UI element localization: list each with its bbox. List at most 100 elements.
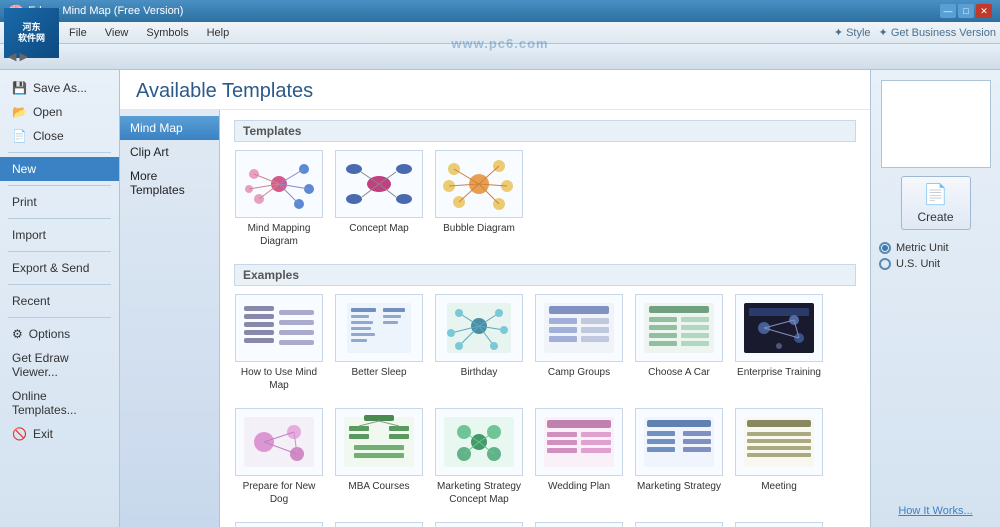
toolbar: ◀ ▶ xyxy=(0,44,1000,70)
templates-scroll[interactable]: Templates xyxy=(220,110,870,527)
template-label-enterprise-training: Enterprise Training xyxy=(737,366,821,379)
create-icon: 📄 xyxy=(923,182,948,207)
sidebar-item-new[interactable]: New xyxy=(0,157,119,181)
template-mba[interactable]: MBA Courses xyxy=(334,408,424,506)
template-label-concept-map: Concept Map xyxy=(349,222,408,235)
template-label-wedding: Wedding Plan xyxy=(548,480,610,493)
us-radio[interactable] xyxy=(879,258,891,270)
template-business-outline[interactable]: Business Outline xyxy=(234,522,324,527)
template-label-meeting: Meeting xyxy=(761,480,797,493)
menu-file[interactable]: File xyxy=(61,25,95,41)
metric-radio[interactable] xyxy=(879,242,891,254)
divider-6 xyxy=(8,317,111,318)
template-thumb-desktop-theme xyxy=(435,522,523,527)
template-wedding-plan[interactable]: Wedding Plan xyxy=(534,408,624,506)
sidebar-item-export[interactable]: Export & Send xyxy=(0,256,119,280)
template-label-camp-groups: Camp Groups xyxy=(548,366,610,379)
sidebar-item-import[interactable]: Import xyxy=(0,223,119,247)
minimize-button[interactable]: — xyxy=(940,4,956,18)
save-icon: 💾 xyxy=(12,81,27,95)
menu-view[interactable]: View xyxy=(97,25,137,41)
template-marketing-strategy[interactable]: Marketing Strategy xyxy=(634,408,724,506)
template-new-dog[interactable]: Prepare for New Dog xyxy=(234,408,324,506)
menu-bar: 河东软件网 File View Symbols Help ✦ Style ✦ G… xyxy=(0,22,1000,44)
sidebar-item-open[interactable]: 📂 Open xyxy=(0,100,119,124)
template-bubble-diagram[interactable]: Bubble Diagram xyxy=(434,150,524,248)
template-how-to[interactable]: How to Use Mind Map xyxy=(234,294,324,392)
template-thumb-gift-idea xyxy=(635,522,723,527)
template-thumb-new-dog xyxy=(235,408,323,476)
nav-clip-art[interactable]: Clip Art xyxy=(120,140,219,164)
us-unit-option[interactable]: U.S. Unit xyxy=(879,258,992,270)
template-birthday[interactable]: Birthday xyxy=(434,294,524,392)
divider-3 xyxy=(8,218,111,219)
template-thumb-simple xyxy=(735,522,823,527)
create-button[interactable]: 📄 Create xyxy=(901,176,971,230)
template-meeting[interactable]: Meeting xyxy=(734,408,824,506)
template-label-birthday: Birthday xyxy=(461,366,498,379)
exit-icon: 🚫 xyxy=(12,427,27,441)
doc-icon: 📄 xyxy=(12,129,27,143)
section-examples-label: Examples xyxy=(234,264,856,286)
template-mind-mapping[interactable]: Mind Mapping Diagram xyxy=(234,150,324,248)
sidebar-item-exit[interactable]: 🚫 Exit xyxy=(0,422,119,446)
get-business-link[interactable]: ✦ Get Business Version xyxy=(879,26,996,39)
examples-row-3: Business Outline xyxy=(234,522,856,527)
sidebar-item-get-edraw[interactable]: Get Edraw Viewer... xyxy=(0,346,119,384)
template-thumb-choose-car xyxy=(635,294,723,362)
template-marketing-strategy-concept[interactable]: Marketing Strategy Concept Map xyxy=(434,408,524,506)
how-it-works-link[interactable]: How It Works... xyxy=(898,505,972,517)
divider-2 xyxy=(8,185,111,186)
center-content: Available Templates Mind Map Clip Art Mo… xyxy=(120,70,870,527)
template-thumb-birthday xyxy=(435,294,523,362)
template-thumb-mind-mapping xyxy=(235,150,323,218)
template-choose-car[interactable]: Choose A Car xyxy=(634,294,724,392)
template-thumb-concept-map xyxy=(335,150,423,218)
sidebar-item-online[interactable]: Online Templates... xyxy=(0,384,119,422)
left-sidebar: 💾 Save As... 📂 Open 📄 Close New Print Im… xyxy=(0,70,120,527)
template-thumb-marketing-concept xyxy=(435,408,523,476)
template-thumb-mba xyxy=(335,408,423,476)
template-label-choose-car: Choose A Car xyxy=(648,366,710,379)
template-camp-groups[interactable]: Camp Groups xyxy=(534,294,624,392)
template-label-mba: MBA Courses xyxy=(348,480,409,493)
examples-row-2: Prepare for New Dog xyxy=(234,408,856,506)
template-enterprise-training[interactable]: Enterprise Training xyxy=(734,294,824,392)
template-thumb-wedding xyxy=(535,408,623,476)
sidebar-item-close[interactable]: 📄 Close xyxy=(0,124,119,148)
style-link[interactable]: ✦ Style xyxy=(834,26,871,39)
template-label-marketing-strategy: Marketing Strategy xyxy=(637,480,721,493)
close-button[interactable]: ✕ xyxy=(976,4,992,18)
sidebar-item-print[interactable]: Print xyxy=(0,190,119,214)
template-desktop-theme[interactable]: Desktop Theme xyxy=(434,522,524,527)
toolbar-right: ✦ Style ✦ Get Business Version xyxy=(834,26,996,39)
divider-1 xyxy=(8,152,111,153)
template-thumb-better-sleep xyxy=(335,294,423,362)
sidebar-item-options[interactable]: ⚙ Options xyxy=(0,322,119,346)
template-label-new-dog: Prepare for New Dog xyxy=(234,480,324,506)
template-thumb-bubble-diagram xyxy=(435,150,523,218)
template-risk-factors[interactable]: Risk Factors xyxy=(534,522,624,527)
template-label-how-to: How to Use Mind Map xyxy=(234,366,324,392)
main-layout: 💾 Save As... 📂 Open 📄 Close New Print Im… xyxy=(0,70,1000,527)
sidebar-item-save-as[interactable]: 💾 Save As... xyxy=(0,76,119,100)
template-thumb-how-to xyxy=(235,294,323,362)
maximize-button[interactable]: □ xyxy=(958,4,974,18)
sidebar-item-recent[interactable]: Recent xyxy=(0,289,119,313)
page-title: Available Templates xyxy=(120,70,870,110)
metric-unit-option[interactable]: Metric Unit xyxy=(879,242,992,254)
menu-help[interactable]: Help xyxy=(199,25,238,41)
template-better-sleep[interactable]: Better Sleep xyxy=(334,294,424,392)
menu-symbols[interactable]: Symbols xyxy=(138,25,196,41)
template-label-bubble-diagram: Bubble Diagram xyxy=(443,222,515,235)
templates-row: Mind Mapping Diagram xyxy=(234,150,856,248)
unit-section: Metric Unit U.S. Unit xyxy=(879,242,992,274)
template-simple[interactable]: Simple Template xyxy=(734,522,824,527)
nav-mind-map[interactable]: Mind Map xyxy=(120,116,219,140)
template-timeline[interactable]: Mind Map Timeline xyxy=(334,522,424,527)
nav-more-templates[interactable]: More Templates xyxy=(120,164,219,202)
template-concept-map[interactable]: Concept Map xyxy=(334,150,424,248)
section-templates-label: Templates xyxy=(234,120,856,142)
template-gift-idea[interactable]: Gift Idea xyxy=(634,522,724,527)
template-thumb-meeting xyxy=(735,408,823,476)
